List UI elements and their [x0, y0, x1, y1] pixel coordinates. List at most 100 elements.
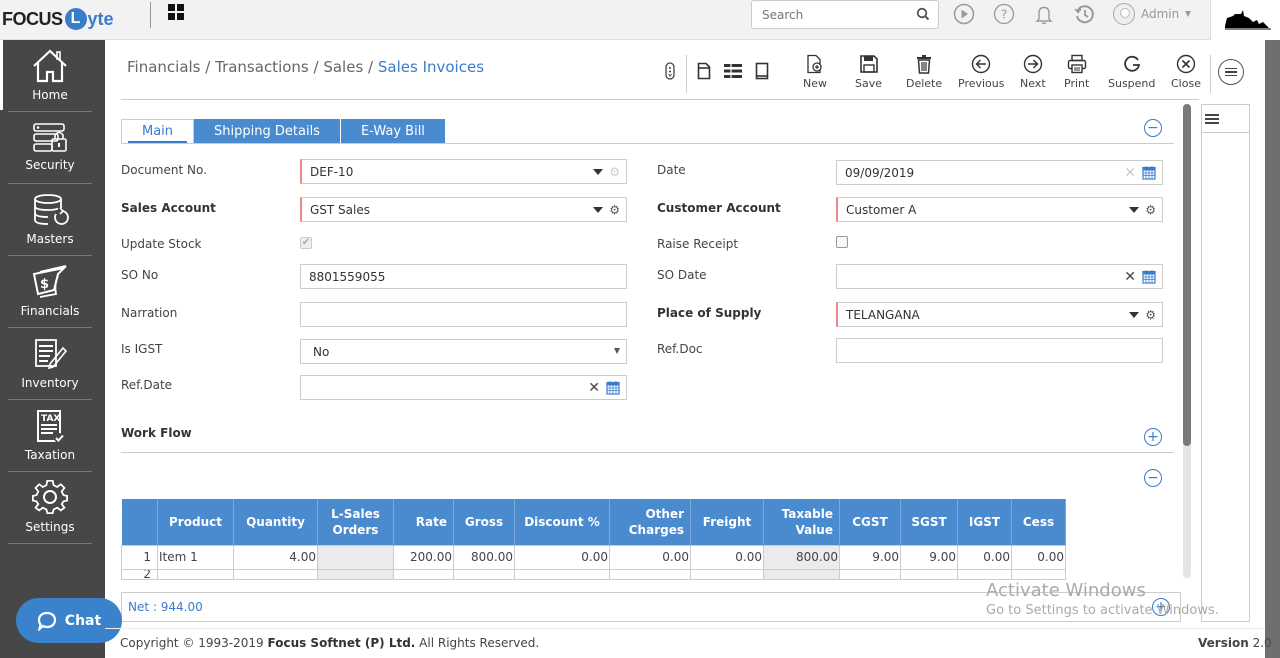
company-logo[interactable]	[1210, 0, 1280, 40]
vertical-scrollbar[interactable]	[1183, 104, 1191, 578]
cgst-cell[interactable]	[839, 568, 901, 580]
calendar-icon[interactable]	[1142, 165, 1156, 180]
previous-button[interactable]: Previous	[958, 54, 1005, 90]
so-no-input[interactable]: 8801559055	[300, 264, 627, 289]
bell-icon[interactable]	[1033, 3, 1055, 25]
sgst-cell[interactable]: 9.00	[900, 544, 958, 570]
product-cell[interactable]: Item 1	[157, 544, 234, 570]
breadcrumb-financials[interactable]: Financials /	[127, 58, 210, 76]
update-stock-checkbox[interactable]: ✔	[300, 237, 312, 249]
product-cell[interactable]	[157, 568, 234, 580]
ref-date-input[interactable]: ✕	[300, 375, 627, 400]
list-view-icon[interactable]	[723, 62, 743, 80]
gear-icon[interactable]: ⚙	[1145, 308, 1156, 322]
play-icon[interactable]	[953, 3, 975, 25]
user-menu[interactable]: Admin	[1113, 2, 1192, 26]
clear-icon[interactable]: ✕	[1124, 166, 1136, 180]
column-header-quantity[interactable]: Quantity	[233, 499, 318, 545]
sidebar-item-taxation[interactable]: TAX Taxation	[8, 400, 92, 472]
gear-icon[interactable]: ⚙	[1145, 203, 1156, 217]
column-header-l-sales-orders[interactable]: L-Sales Orders	[317, 499, 394, 545]
sales-account-field[interactable]: GST Sales ⚙	[300, 197, 627, 222]
gross-cell[interactable]	[453, 568, 515, 580]
expand-footer-button[interactable]: +	[1152, 598, 1170, 616]
collapse-grid-button[interactable]: −	[1144, 469, 1162, 487]
document-icon[interactable]	[697, 62, 711, 80]
chat-button[interactable]: Chat	[16, 598, 122, 643]
narration-input[interactable]	[300, 302, 627, 327]
calendar-icon[interactable]	[1142, 269, 1156, 284]
customer-account-field[interactable]: Customer A ⚙	[836, 197, 1163, 222]
calendar-icon[interactable]	[606, 380, 620, 395]
discount-cell[interactable]: 0.00	[514, 544, 610, 570]
clear-icon[interactable]: ✕	[588, 381, 600, 395]
sidebar-item-security[interactable]: Security	[8, 112, 92, 184]
rate-cell[interactable]	[393, 568, 454, 580]
sidebar-item-masters[interactable]: Masters	[8, 184, 92, 256]
sidebar-item-inventory[interactable]: Inventory	[8, 328, 92, 400]
sgst-cell[interactable]	[900, 568, 958, 580]
column-header-gross[interactable]: Gross	[453, 499, 515, 545]
place-of-supply-field[interactable]: TELANGANA ⚙	[836, 302, 1163, 327]
ref-doc-input[interactable]	[836, 338, 1163, 363]
search-icon[interactable]	[916, 7, 930, 21]
more-menu-button[interactable]	[1218, 59, 1244, 85]
sidebar-item-home[interactable]: Home	[8, 40, 92, 112]
tab-main[interactable]: Main	[121, 119, 195, 143]
column-header-discount[interactable]: Discount %	[514, 499, 610, 545]
dropdown-caret-icon[interactable]	[1129, 312, 1140, 318]
freight-cell[interactable]	[690, 568, 764, 580]
column-header-igst[interactable]: IGST	[957, 499, 1012, 545]
column-header-cgst[interactable]: CGST	[839, 499, 901, 545]
clear-icon[interactable]: ✕	[1124, 270, 1136, 284]
column-header-taxable-value[interactable]: Taxable Value	[763, 499, 840, 545]
gross-cell[interactable]: 800.00	[453, 544, 515, 570]
table-row[interactable]: 2	[121, 568, 1066, 580]
dropdown-caret-icon[interactable]	[593, 169, 604, 175]
tab-e-way-bill[interactable]: E-Way Bill	[340, 119, 446, 143]
expand-workflow-button[interactable]: +	[1144, 428, 1162, 446]
collapse-header-button[interactable]: −	[1144, 119, 1162, 137]
igst-cell[interactable]	[957, 568, 1012, 580]
is-igst-select[interactable]: No	[300, 339, 627, 364]
save-button[interactable]: Save	[855, 54, 882, 90]
dropdown-caret-icon[interactable]	[593, 207, 604, 213]
print-button[interactable]: Print	[1064, 54, 1089, 90]
cess-cell[interactable]	[1011, 568, 1066, 580]
column-header-sgst[interactable]: SGST	[900, 499, 958, 545]
other-charges-cell[interactable]	[609, 568, 691, 580]
breadcrumb-sales[interactable]: Sales /	[323, 58, 373, 76]
next-button[interactable]: Next	[1020, 54, 1046, 90]
column-header-rate[interactable]: Rate	[393, 499, 454, 545]
column-header-cess[interactable]: Cess	[1011, 499, 1066, 545]
sidebar-item-settings[interactable]: Settings	[8, 472, 92, 544]
scrollbar-thumb[interactable]	[1183, 104, 1191, 446]
gear-icon[interactable]: ⚙	[609, 165, 620, 179]
rate-cell[interactable]: 200.00	[393, 544, 454, 570]
freight-cell[interactable]: 0.00	[690, 544, 764, 570]
document-no-field[interactable]: DEF-10 ⚙	[300, 159, 627, 184]
so-date-input[interactable]: ✕	[836, 264, 1163, 289]
new-button[interactable]: New	[803, 54, 827, 90]
column-header-product[interactable]: Product	[157, 499, 234, 545]
attachment-icon[interactable]	[665, 62, 675, 80]
quantity-cell[interactable]: 4.00	[233, 544, 318, 570]
help-icon[interactable]: ?	[993, 3, 1015, 25]
table-row[interactable]: 1 Item 1 4.00 200.00 800.00 0.00 0.00 0.…	[121, 544, 1066, 570]
other-charges-cell[interactable]: 0.00	[609, 544, 691, 570]
delete-button[interactable]: Delete	[906, 54, 942, 90]
dropdown-caret-icon[interactable]	[1129, 207, 1140, 213]
quantity-cell[interactable]	[233, 568, 318, 580]
cess-cell[interactable]: 0.00	[1011, 544, 1066, 570]
date-input[interactable]: 09/09/2019 ✕	[836, 160, 1163, 185]
sidebar-item-financials[interactable]: $ Financials	[8, 256, 92, 328]
tab-shipping-details[interactable]: Shipping Details	[194, 119, 341, 143]
raise-receipt-checkbox[interactable]	[836, 236, 848, 248]
history-icon[interactable]	[1073, 3, 1095, 25]
discount-cell[interactable]	[514, 568, 610, 580]
igst-cell[interactable]: 0.00	[957, 544, 1012, 570]
hamburger-icon[interactable]	[1205, 114, 1219, 126]
column-header-other-charges[interactable]: Other Charges	[609, 499, 691, 545]
search-input[interactable]	[752, 1, 902, 28]
focus-lyte-logo[interactable]: FOCUS L yte	[2, 5, 114, 33]
